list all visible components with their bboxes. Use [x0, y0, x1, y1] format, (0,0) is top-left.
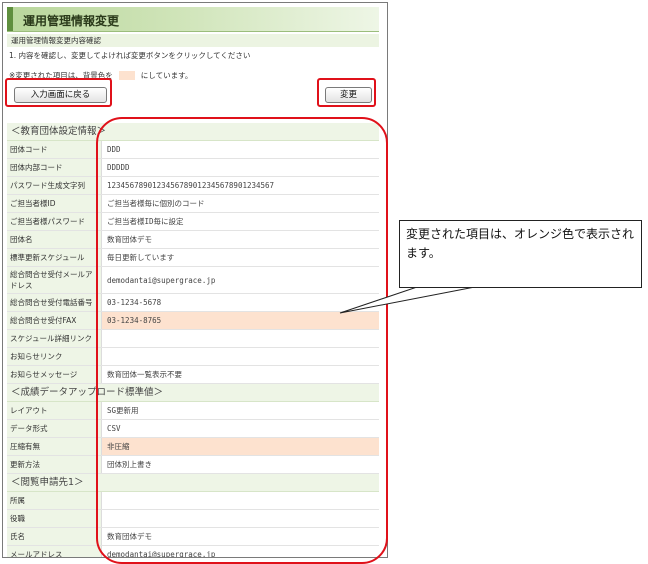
callout-box: 変更された項目は、オレンジ色で表示されます。 — [399, 220, 642, 288]
